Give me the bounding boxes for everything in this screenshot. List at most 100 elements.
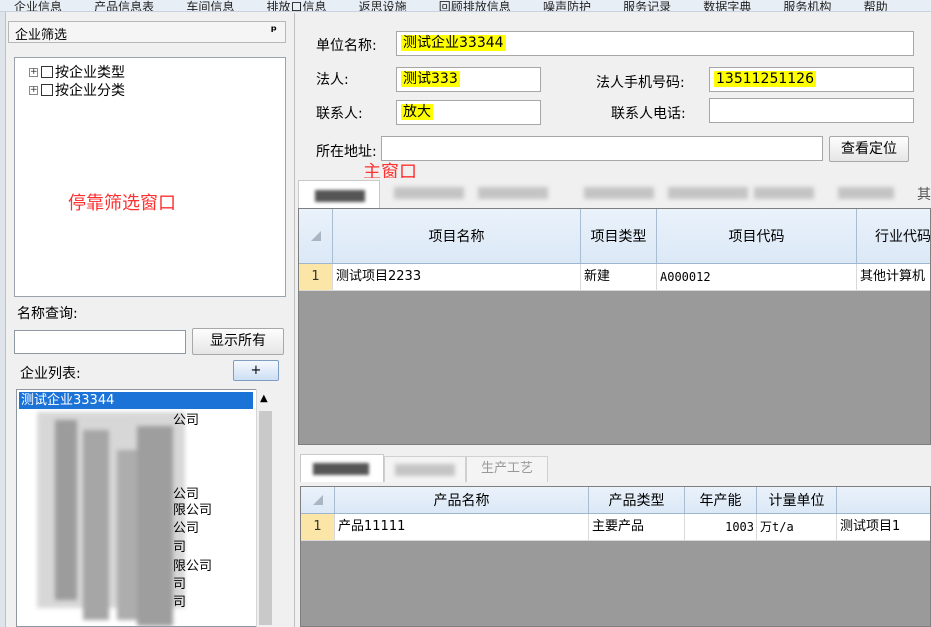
product-name-cell[interactable]: 产品11111 [335, 514, 589, 540]
column-header[interactable]: 年产能 [685, 487, 757, 513]
company-list-item[interactable]: 限公司 [173, 502, 212, 519]
project-name-cell[interactable]: 测试项目2233 [333, 264, 581, 290]
company-list[interactable]: 测试企业33344 公司 公司 限公司 公司 司 限公司 司 司 [16, 389, 273, 627]
corner-cell[interactable] [301, 487, 335, 513]
select-all-icon [310, 231, 321, 241]
unit-name-field[interactable]: 测试企业33344 [396, 31, 914, 56]
expand-icon[interactable]: + [29, 67, 38, 77]
legal-person-field[interactable]: 测试333 [396, 67, 541, 92]
company-name-suffix: 司 [173, 540, 187, 555]
company-list-item[interactable]: 司 [173, 594, 186, 611]
industry-code-cell[interactable]: 其他计算机 [857, 264, 930, 290]
product-project-cell[interactable]: 测试项目1 [837, 514, 930, 540]
company-name-suffix: 限公司 [173, 503, 213, 518]
tree-node-company-type[interactable]: + 按企业类型 [29, 62, 125, 82]
blurred-tab[interactable] [754, 187, 814, 199]
menu-item[interactable]: 噪声防护 [543, 1, 591, 11]
menu-item[interactable]: 排放口信息 [266, 1, 326, 11]
column-header[interactable]: 项目名称 [333, 209, 581, 263]
legal-person-label: 法人: [316, 72, 349, 88]
blurred-content [55, 420, 77, 600]
tree-checkbox[interactable] [41, 66, 53, 78]
legal-person-value: 测试333 [401, 71, 460, 87]
legal-phone-value: 13511251126 [714, 71, 816, 87]
project-code-cell[interactable]: A000012 [657, 264, 857, 290]
column-header[interactable]: 产品类型 [589, 487, 685, 513]
blurred-tab-label [313, 463, 369, 475]
menu-item[interactable]: 回顾排放信息 [439, 1, 511, 11]
window-edge [0, 12, 6, 627]
table-row[interactable]: 1 测试项目2233 新建 A000012 其他计算机 [299, 264, 930, 291]
name-query-input[interactable] [14, 330, 186, 354]
tab-active[interactable] [298, 180, 380, 208]
address-field[interactable] [381, 136, 823, 161]
menu-item[interactable]: 帮助 [864, 1, 888, 11]
project-grid-header: 项目名称 项目类型 项目代码 行业代码 [299, 209, 930, 264]
contact-phone-field[interactable] [709, 98, 914, 123]
tab-label-partial[interactable]: 其 [917, 184, 931, 204]
table-row[interactable]: 1 产品11111 主要产品 1003 万t/a 测试项目1 [301, 514, 930, 541]
corner-cell[interactable] [299, 209, 333, 263]
scroll-thumb[interactable] [259, 411, 272, 625]
menu-bar: 企业信息 产品信息表 车间信息 排放口信息 返思设施 回顾排放信息 噪声防护 服… [0, 0, 931, 12]
blurred-tab[interactable] [394, 187, 464, 199]
project-grid: 项目名称 项目类型 项目代码 行业代码 1 测试项目2233 新建 A00001… [298, 208, 931, 445]
blurred-tab[interactable] [668, 187, 748, 199]
filter-tree: + 按企业类型 + 按企业分类 [14, 57, 286, 297]
product-grid-header: 产品名称 产品类型 年产能 计量单位 [301, 487, 930, 514]
menu-item[interactable]: 产品信息表 [94, 1, 154, 11]
blurred-tab[interactable] [584, 187, 654, 199]
company-list-item[interactable]: 限公司 [173, 558, 212, 575]
dock-annotation: 停靠筛选窗口 [68, 193, 176, 214]
tree-checkbox[interactable] [41, 84, 53, 96]
menu-item[interactable]: 企业信息 [14, 1, 62, 11]
unit-name-label: 单位名称: [316, 38, 377, 54]
tab-process[interactable]: 生产工艺 [466, 456, 548, 482]
dock-title: 企业筛选 [15, 28, 68, 43]
menu-item[interactable]: 返思设施 [359, 1, 407, 11]
company-list-item[interactable]: 司 [173, 539, 186, 556]
column-header[interactable]: 项目代码 [657, 209, 857, 263]
column-header[interactable]: 行业代码 [857, 209, 930, 263]
pin-icon[interactable]: ᵖ [271, 24, 277, 39]
company-name-suffix: 司 [173, 577, 187, 592]
column-header[interactable]: 计量单位 [757, 487, 837, 513]
tree-node-company-category[interactable]: + 按企业分类 [29, 80, 125, 100]
menu-item[interactable]: 服务记录 [623, 1, 671, 11]
product-grid: 产品名称 产品类型 年产能 计量单位 1 产品11111 主要产品 1003 万… [300, 486, 931, 627]
expand-icon[interactable]: + [29, 85, 38, 95]
blurred-tab[interactable] [838, 187, 894, 199]
contact-phone-label: 联系人电话: [611, 106, 686, 122]
tab[interactable] [384, 456, 466, 482]
view-location-button[interactable]: 查看定位 [829, 136, 909, 162]
unit-cell[interactable]: 万t/a [757, 514, 837, 540]
menu-item[interactable]: 车间信息 [186, 1, 234, 11]
contact-value: 放大 [401, 104, 433, 120]
column-header[interactable]: 项目类型 [581, 209, 657, 263]
company-list-item[interactable]: 公司 [173, 412, 199, 429]
company-list-item[interactable]: 司 [173, 576, 186, 593]
column-header[interactable] [837, 487, 930, 513]
capacity-cell[interactable]: 1003 [685, 514, 757, 540]
blurred-tab[interactable] [478, 187, 548, 199]
name-query-label: 名称查询: [17, 306, 78, 322]
row-number: 1 [299, 264, 333, 290]
show-all-button[interactable]: 显示所有 [192, 328, 284, 355]
legal-phone-field[interactable]: 13511251126 [709, 67, 914, 92]
company-list-item[interactable]: 公司 [173, 486, 199, 503]
project-type-cell[interactable]: 新建 [581, 264, 657, 290]
add-company-button[interactable]: + [233, 360, 279, 381]
menu-item[interactable]: 服务机构 [783, 1, 831, 11]
company-list-label: 企业列表: [20, 366, 81, 382]
menu-item[interactable]: 数据字典 [703, 1, 751, 11]
product-type-cell[interactable]: 主要产品 [589, 514, 685, 540]
company-list-item-selected[interactable]: 测试企业33344 [19, 392, 253, 409]
column-header[interactable]: 产品名称 [335, 487, 589, 513]
company-name-suffix: 公司 [173, 487, 200, 502]
contact-field[interactable]: 放大 [396, 100, 541, 125]
tab-active[interactable] [300, 454, 384, 482]
company-list-item[interactable]: 公司 [173, 520, 199, 537]
scroll-up-icon[interactable]: ▲ [260, 393, 268, 404]
unit-name-value: 测试企业33344 [401, 35, 506, 51]
company-list-scrollbar[interactable]: ▲ [256, 389, 273, 627]
